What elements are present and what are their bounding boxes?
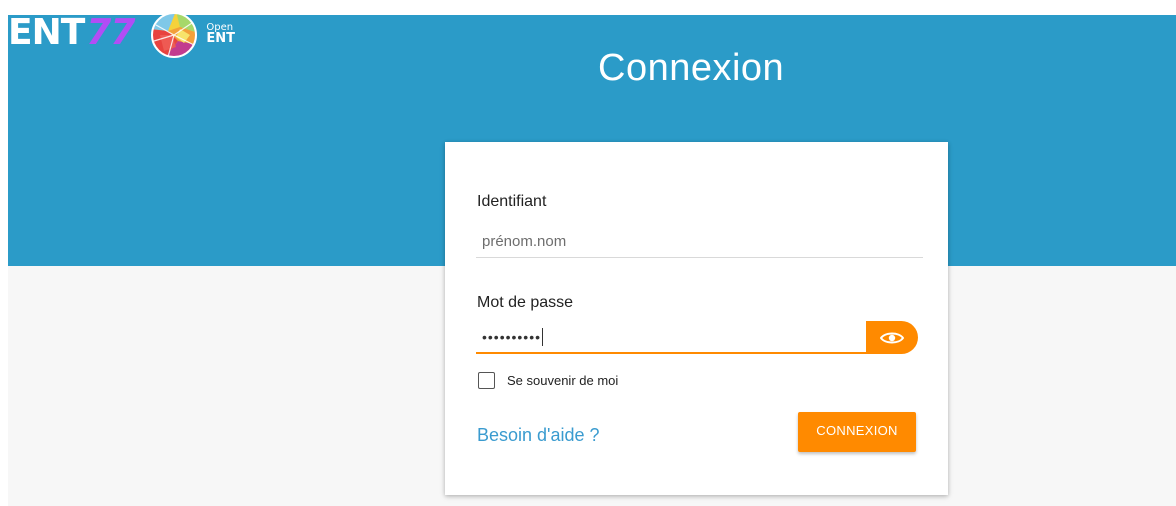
show-password-button[interactable] (866, 321, 918, 354)
remember-me-label[interactable]: Se souvenir de moi (507, 373, 618, 388)
connexion-button[interactable]: CONNEXION (798, 412, 916, 452)
open-ent-ball-icon (151, 12, 198, 58)
help-link[interactable]: Besoin d'aide ? (477, 425, 600, 446)
password-row: •••••••••• (476, 321, 918, 355)
logo-open-big: ENT (206, 31, 236, 46)
eye-icon (880, 332, 904, 343)
login-card: Identifiant Mot de passe •••••••••• Se s… (445, 142, 948, 495)
logo-ent-text: ENT (8, 12, 85, 53)
logo-ent-digit: 77 (86, 12, 135, 53)
identifier-input[interactable] (476, 226, 923, 258)
open-ent-logo-text: Open ENT (206, 22, 236, 46)
ent77-logo: ENT 77 (8, 12, 135, 53)
password-masked-value: •••••••••• (482, 328, 542, 345)
remember-me-checkbox[interactable] (478, 372, 495, 389)
remember-me-row: Se souvenir de moi (478, 372, 618, 389)
logo-area: ENT 77 Open ENT (8, 12, 236, 75)
password-input[interactable]: •••••••••• (476, 321, 866, 354)
page-background: ENT 77 Open ENT Connexion Identifiant pr… (8, 12, 1176, 506)
page-title: Connexion (598, 47, 785, 89)
password-label: Mot de passe (477, 294, 574, 311)
identifier-label: Identifiant (477, 193, 547, 210)
text-caret (542, 327, 544, 346)
